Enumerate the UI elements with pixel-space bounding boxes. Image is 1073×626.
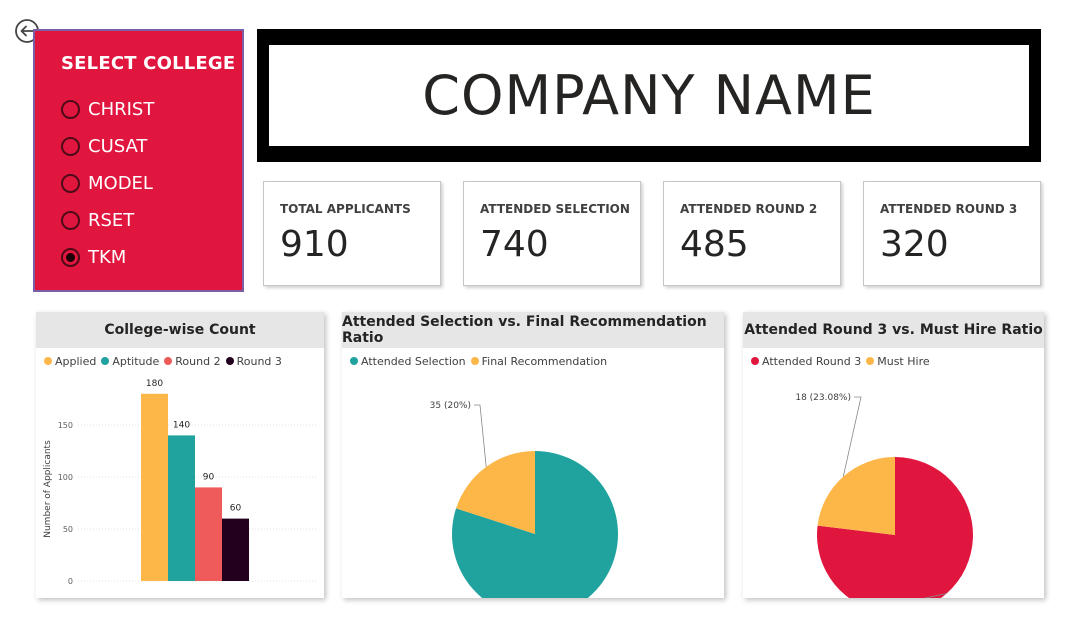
kpi-label: ATTENDED ROUND 3	[880, 202, 1018, 216]
kpi-label: ATTENDED SELECTION	[480, 202, 630, 216]
panel-header: Attended Selection vs. Final Recommendat…	[342, 312, 724, 348]
bar-data-label: 180	[146, 379, 163, 389]
legend-item-aptitude[interactable]: Aptitude	[101, 355, 159, 368]
slicer-option-rset[interactable]: RSET	[61, 202, 154, 239]
chart-legend: Attended Round 3 Must Hire	[743, 354, 1044, 368]
legend-dot-icon	[164, 357, 173, 365]
round3-vs-must-hire-panel: Attended Round 3 vs. Must Hire Ratio Att…	[743, 312, 1044, 598]
y-axis-title: Number of Applicants	[43, 440, 53, 538]
legend-dot-icon	[751, 357, 759, 365]
pie-chart-plot: 60 (76.92%)18 (23.08%)	[795, 393, 973, 598]
y-tick-label: 50	[63, 525, 73, 534]
y-tick-label: 100	[58, 473, 73, 482]
kpi-value: 740	[480, 224, 549, 265]
pie-data-label: 18 (23.08%)	[795, 393, 851, 403]
slicer-option-model[interactable]: MODEL	[61, 165, 154, 202]
radio-icon[interactable]	[61, 211, 80, 230]
legend-item-attended-selection[interactable]: Attended Selection	[350, 355, 466, 368]
legend-label: Round 3	[236, 354, 282, 368]
kpi-card-total-applicants: TOTAL APPLICANTS 910	[263, 181, 441, 286]
y-tick-label: 150	[58, 421, 73, 430]
slicer-option-tkm[interactable]: TKM	[61, 239, 154, 276]
panel-header: College-wise Count	[36, 312, 324, 348]
pie-data-label: 35 (20%)	[430, 401, 471, 411]
slicer-option-label: TKM	[88, 247, 127, 268]
radio-icon[interactable]	[61, 137, 80, 156]
kpi-label: ATTENDED ROUND 2	[680, 202, 818, 216]
legend-dot-icon	[101, 357, 110, 365]
legend-dot-icon	[350, 357, 358, 365]
panel-header: Attended Round 3 vs. Must Hire Ratio	[743, 312, 1044, 348]
bar-chart-plot: 0 50 100 150 180 140 90 60 Number of Applicant…	[43, 379, 316, 586]
legend-item-attended-round-3[interactable]: Attended Round 3	[751, 355, 861, 368]
bar-round-3[interactable]	[222, 518, 249, 581]
kpi-value: 320	[880, 224, 949, 265]
kpi-value: 910	[280, 224, 349, 265]
legend-label: Round 2	[175, 354, 221, 368]
bar-data-label: 140	[173, 420, 190, 430]
selection-vs-recommendation-panel: Attended Selection vs. Final Recommendat…	[342, 312, 724, 598]
bar-aptitude[interactable]	[168, 435, 195, 581]
company-name-box: COMPANY NAME	[269, 45, 1029, 146]
chart-title: Attended Round 3 vs. Must Hire Ratio	[744, 322, 1043, 338]
slicer-title: SELECT COLLEGE	[61, 53, 236, 74]
chart-title: College-wise Count	[104, 322, 256, 338]
legend-label: Attended Round 3	[762, 354, 862, 368]
company-name-frame: COMPANY NAME	[257, 29, 1041, 162]
legend-label: Must Hire	[877, 354, 930, 368]
slicer-option-label: CHRIST	[88, 99, 155, 120]
kpi-card-attended-round-3: ATTENDED ROUND 3 320	[863, 181, 1041, 286]
kpi-card-attended-selection: ATTENDED SELECTION 740	[463, 181, 641, 286]
radio-icon[interactable]	[61, 174, 80, 193]
pie-chart-plot: 140 (80%)35 (20%)	[430, 401, 618, 598]
legend-item-round-3[interactable]: Round 3	[225, 354, 282, 368]
chart-legend: Applied Aptitude Round 2 Round 3	[36, 354, 324, 368]
college-wise-count-panel: College-wise Count Applied Aptitude Roun…	[36, 312, 324, 598]
legend-item-final-recommendation[interactable]: Final Recommendation	[470, 354, 608, 368]
legend-dot-icon	[470, 357, 479, 365]
kpi-label: TOTAL APPLICANTS	[280, 202, 411, 216]
legend-dot-icon	[866, 357, 875, 365]
legend-label: Final Recommendation	[481, 354, 608, 368]
slicer-option-cusat[interactable]: CUSAT	[61, 128, 154, 165]
legend-dot-icon	[225, 357, 234, 365]
slicer-list: CHRIST CUSAT MODEL RSET TKM	[61, 91, 154, 276]
radio-icon[interactable]	[61, 100, 80, 119]
slicer-option-label: CUSAT	[88, 136, 148, 157]
legend-label: Aptitude	[112, 354, 160, 368]
chart-title: Attended Selection vs. Final Recommendat…	[342, 314, 707, 346]
y-tick-label: 0	[68, 577, 73, 586]
leader-line	[474, 404, 487, 467]
legend-item-round-2[interactable]: Round 2	[164, 354, 221, 368]
legend-item-applied[interactable]: Applied	[44, 355, 96, 368]
legend-dot-icon	[44, 357, 52, 365]
kpi-card-attended-round-2: ATTENDED ROUND 2 485	[663, 181, 841, 286]
leader-line	[842, 396, 862, 477]
pie-slice-must-hire[interactable]	[817, 457, 895, 535]
college-slicer: SELECT COLLEGE CHRIST CUSAT MODEL RSET T…	[33, 29, 244, 292]
legend-label: Applied	[55, 354, 97, 368]
radio-selected-icon[interactable]	[61, 248, 80, 267]
chart-legend: Attended Selection Final Recommendation	[342, 354, 724, 368]
bar-round-2[interactable]	[195, 487, 222, 581]
bar-data-label: 60	[230, 504, 242, 514]
bar-applied[interactable]	[141, 393, 168, 581]
bar-data-label: 90	[203, 472, 215, 482]
company-name: COMPANY NAME	[422, 64, 876, 127]
legend-label: Attended Selection	[361, 354, 466, 368]
slicer-option-christ[interactable]: CHRIST	[61, 91, 154, 128]
kpi-value: 485	[680, 224, 749, 265]
slicer-option-label: MODEL	[88, 173, 153, 194]
legend-item-must-hire[interactable]: Must Hire	[866, 354, 930, 368]
slicer-option-label: RSET	[88, 210, 135, 231]
